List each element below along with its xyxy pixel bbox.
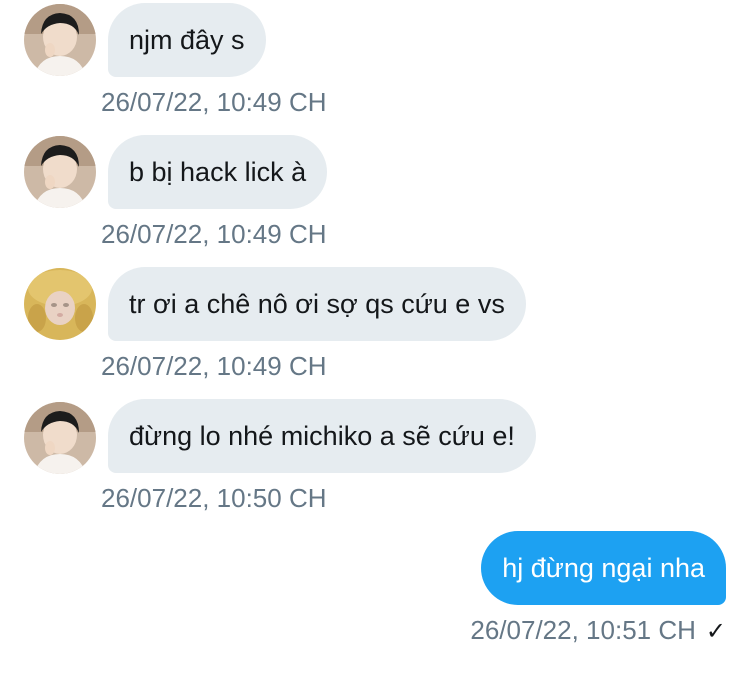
message-timestamp: 26/07/22, 10:49 CH: [101, 351, 327, 381]
boy-avatar[interactable]: [24, 136, 96, 208]
message-timestamp: 26/07/22, 10:49 CH: [101, 87, 327, 117]
message-bubble[interactable]: tr ơi a chê nô ơi sợ qs cứu e vs: [108, 267, 526, 341]
message-timestamp: 26/07/22, 10:51 CH: [470, 615, 696, 645]
message-meta: 26/07/22, 10:51 CH ✓: [470, 615, 726, 647]
boy-avatar[interactable]: [24, 4, 96, 76]
message-timestamp: 26/07/22, 10:50 CH: [101, 483, 327, 513]
message-bubble[interactable]: hj đừng ngại nha: [481, 531, 726, 605]
check-icon: ✓: [705, 618, 726, 645]
blurred-face-avatar[interactable]: [24, 268, 96, 340]
message-thread: njm đây s 26/07/22, 10:49 CH b bị hack l…: [0, 0, 750, 681]
message-bubble[interactable]: b bị hack lick à: [108, 135, 328, 209]
message-bubble[interactable]: njm đây s: [108, 3, 266, 77]
boy-avatar[interactable]: [24, 402, 96, 474]
message-bubble[interactable]: đừng lo nhé michiko a sẽ cứu e!: [108, 399, 536, 473]
message-timestamp: 26/07/22, 10:49 CH: [101, 219, 327, 249]
